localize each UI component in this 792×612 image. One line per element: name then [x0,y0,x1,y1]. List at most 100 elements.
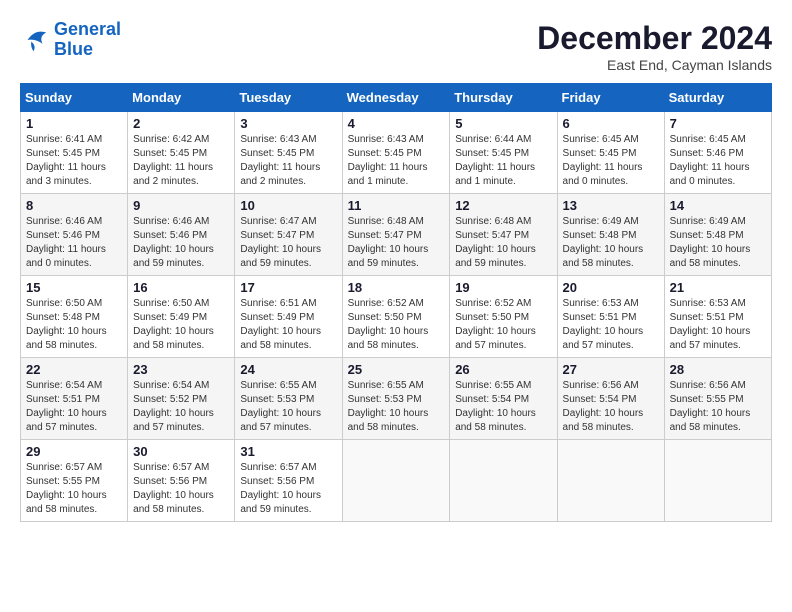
day-number: 1 [26,116,122,131]
day-info: Sunrise: 6:50 AMSunset: 5:49 PMDaylight:… [133,297,229,353]
day-number: 18 [348,280,445,295]
day-number: 21 [670,280,766,295]
day-info: Sunrise: 6:54 AMSunset: 5:51 PMDaylight:… [26,379,122,435]
calendar-cell: 5Sunrise: 6:44 AMSunset: 5:45 PMDaylight… [450,112,557,194]
day-number: 24 [240,362,336,377]
day-info: Sunrise: 6:45 AMSunset: 5:45 PMDaylight:… [563,133,659,189]
title-block: December 2024 East End, Cayman Islands [537,20,772,73]
calendar-cell: 8 Sunrise: 6:46 AMSunset: 5:46 PMDaylight… [21,194,128,276]
day-number: 30 [133,444,229,459]
calendar-cell: 10Sunrise: 6:47 AMSunset: 5:47 PMDayligh… [235,194,342,276]
calendar-cell: 11Sunrise: 6:48 AMSunset: 5:47 PMDayligh… [342,194,450,276]
calendar-cell [557,440,664,522]
calendar-cell: 4 Sunrise: 6:43 AMSunset: 5:45 PMDaylight… [342,112,450,194]
day-number: 28 [670,362,766,377]
calendar-cell: 21 Sunrise: 6:53 AMSunset: 5:51 PMDayligh… [664,276,771,358]
day-info: Sunrise: 6:56 AMSunset: 5:54 PMDaylight:… [563,379,659,435]
calendar-cell: 7 Sunrise: 6:45 AMSunset: 5:46 PMDaylight… [664,112,771,194]
day-info: Sunrise: 6:55 AMSunset: 5:53 PMDaylight:… [240,379,336,435]
day-info: Sunrise: 6:57 AMSunset: 5:55 PMDaylight:… [26,461,122,517]
calendar-cell: 13Sunrise: 6:49 AMSunset: 5:48 PMDayligh… [557,194,664,276]
calendar-cell: 28 Sunrise: 6:56 AMSunset: 5:55 PMDayligh… [664,358,771,440]
calendar-cell: 27 Sunrise: 6:56 AMSunset: 5:54 PMDayligh… [557,358,664,440]
logo-line1: General [54,19,121,39]
day-info: Sunrise: 6:45 AMSunset: 5:46 PMDaylight:… [670,133,766,189]
weekday-header-sunday: Sunday [21,84,128,112]
day-info: Sunrise: 6:50 AMSunset: 5:48 PMDaylight:… [26,297,122,353]
calendar-cell: 31 Sunrise: 6:57 AMSunset: 5:56 PMDayligh… [235,440,342,522]
calendar-cell: 14 Sunrise: 6:49 AMSunset: 5:48 PMDayligh… [664,194,771,276]
calendar-cell: 6 Sunrise: 6:45 AMSunset: 5:45 PMDaylight… [557,112,664,194]
calendar-week-row: 1 Sunrise: 6:41 AMSunset: 5:45 PMDaylight… [21,112,772,194]
day-info: Sunrise: 6:49 AMSunset: 5:48 PMDaylight:… [563,215,659,271]
calendar-cell: 19 Sunrise: 6:52 AMSunset: 5:50 PMDayligh… [450,276,557,358]
day-info: Sunrise: 6:46 AMSunset: 5:46 PMDaylight:… [26,215,122,271]
weekday-header-row: SundayMondayTuesdayWednesdayThursdayFrid… [21,84,772,112]
day-info: Sunrise: 6:57 AMSunset: 5:56 PMDaylight:… [240,461,336,517]
day-number: 19 [455,280,551,295]
day-number: 8 [26,198,122,213]
calendar-week-row: 15 Sunrise: 6:50 AMSunset: 5:48 PMDayligh… [21,276,772,358]
calendar-cell: 26 Sunrise: 6:55 AMSunset: 5:54 PMDayligh… [450,358,557,440]
day-info: Sunrise: 6:57 AMSunset: 5:56 PMDaylight:… [133,461,229,517]
day-number: 14 [670,198,766,213]
day-info: Sunrise: 6:55 AMSunset: 5:54 PMDaylight:… [455,379,551,435]
calendar-cell: 29 Sunrise: 6:57 AMSunset: 5:55 PMDayligh… [21,440,128,522]
day-number: 4 [348,116,445,131]
calendar-cell: 18 Sunrise: 6:52 AMSunset: 5:50 PMDayligh… [342,276,450,358]
calendar-week-row: 22 Sunrise: 6:54 AMSunset: 5:51 PMDayligh… [21,358,772,440]
logo-bird-icon [20,25,50,55]
calendar-cell: 16Sunrise: 6:50 AMSunset: 5:49 PMDayligh… [128,276,235,358]
day-number: 22 [26,362,122,377]
day-number: 5 [455,116,551,131]
day-number: 2 [133,116,229,131]
day-number: 31 [240,444,336,459]
day-info: Sunrise: 6:52 AMSunset: 5:50 PMDaylight:… [348,297,445,353]
day-number: 29 [26,444,122,459]
weekday-header-thursday: Thursday [450,84,557,112]
day-number: 15 [26,280,122,295]
day-info: Sunrise: 6:55 AMSunset: 5:53 PMDaylight:… [348,379,445,435]
day-number: 20 [563,280,659,295]
day-info: Sunrise: 6:53 AMSunset: 5:51 PMDaylight:… [670,297,766,353]
day-info: Sunrise: 6:43 AMSunset: 5:45 PMDaylight:… [240,133,336,189]
day-info: Sunrise: 6:49 AMSunset: 5:48 PMDaylight:… [670,215,766,271]
logo-line2: Blue [54,39,93,59]
day-number: 23 [133,362,229,377]
day-info: Sunrise: 6:48 AMSunset: 5:47 PMDaylight:… [455,215,551,271]
day-number: 17 [240,280,336,295]
calendar-table: SundayMondayTuesdayWednesdayThursdayFrid… [20,83,772,522]
day-number: 7 [670,116,766,131]
weekday-header-tuesday: Tuesday [235,84,342,112]
day-info: Sunrise: 6:53 AMSunset: 5:51 PMDaylight:… [563,297,659,353]
day-info: Sunrise: 6:52 AMSunset: 5:50 PMDaylight:… [455,297,551,353]
day-number: 3 [240,116,336,131]
day-info: Sunrise: 6:42 AMSunset: 5:45 PMDaylight:… [133,133,229,189]
day-number: 26 [455,362,551,377]
calendar-cell: 24 Sunrise: 6:55 AMSunset: 5:53 PMDayligh… [235,358,342,440]
day-number: 25 [348,362,445,377]
calendar-cell: 1 Sunrise: 6:41 AMSunset: 5:45 PMDaylight… [21,112,128,194]
day-number: 12 [455,198,551,213]
weekday-header-friday: Friday [557,84,664,112]
day-number: 6 [563,116,659,131]
day-info: Sunrise: 6:46 AMSunset: 5:46 PMDaylight:… [133,215,229,271]
calendar-cell: 23Sunrise: 6:54 AMSunset: 5:52 PMDayligh… [128,358,235,440]
calendar-cell: 30 Sunrise: 6:57 AMSunset: 5:56 PMDayligh… [128,440,235,522]
weekday-header-monday: Monday [128,84,235,112]
day-info: Sunrise: 6:43 AMSunset: 5:45 PMDaylight:… [348,133,445,189]
day-number: 27 [563,362,659,377]
calendar-cell [342,440,450,522]
weekday-header-saturday: Saturday [664,84,771,112]
calendar-cell: 15 Sunrise: 6:50 AMSunset: 5:48 PMDayligh… [21,276,128,358]
day-info: Sunrise: 6:56 AMSunset: 5:55 PMDaylight:… [670,379,766,435]
calendar-cell: 3 Sunrise: 6:43 AMSunset: 5:45 PMDaylight… [235,112,342,194]
logo-text: General Blue [54,20,121,60]
calendar-cell: 2 Sunrise: 6:42 AMSunset: 5:45 PMDaylight… [128,112,235,194]
day-number: 10 [240,198,336,213]
day-info: Sunrise: 6:41 AMSunset: 5:45 PMDaylight:… [26,133,122,189]
calendar-cell: 9Sunrise: 6:46 AMSunset: 5:46 PMDaylight… [128,194,235,276]
calendar-cell [664,440,771,522]
page-header: General Blue December 2024 East End, Cay… [20,20,772,73]
calendar-week-row: 8 Sunrise: 6:46 AMSunset: 5:46 PMDaylight… [21,194,772,276]
